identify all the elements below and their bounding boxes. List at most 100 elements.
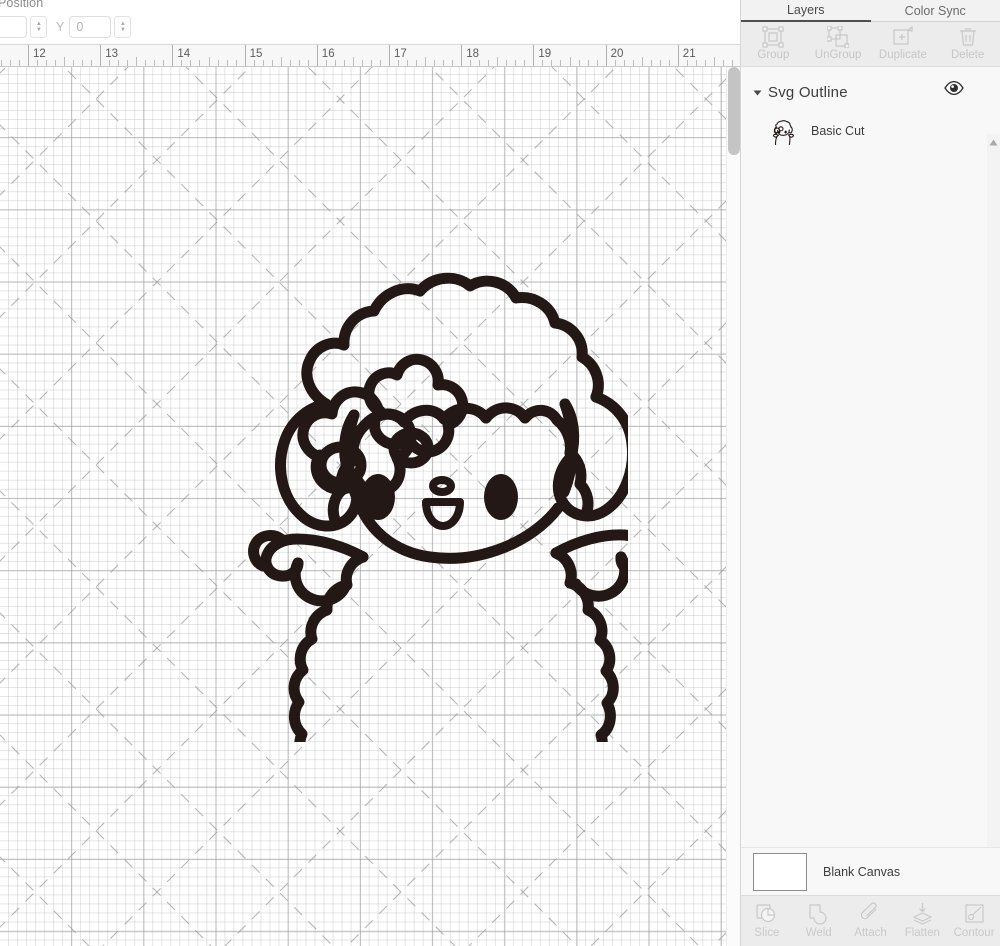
sheep-thumbnail [767, 117, 795, 145]
y-stepper[interactable]: ▲▼ [114, 16, 131, 38]
ruler-major-tick [245, 45, 246, 66]
ruler-minor-tick [651, 60, 652, 66]
slice-button[interactable]: Slice [741, 896, 793, 946]
panel-vertical-scrollbar[interactable] [987, 134, 1000, 847]
ruler-minor-tick [506, 60, 507, 66]
panel-tabs: Layers Color Sync [741, 0, 1000, 22]
app-root: Position X ▲▼ Y ▲▼ 12131415161718192021 [0, 0, 1000, 946]
ungroup-icon [827, 25, 849, 48]
ruler-minor-tick [579, 60, 580, 66]
ruler-minor-tick [344, 60, 345, 66]
ruler-minor-tick [91, 60, 92, 66]
attach-button[interactable]: Attach [845, 896, 897, 946]
canvas-scroll-thumb[interactable] [728, 67, 740, 155]
ruler-minor-tick [55, 60, 56, 66]
eye-icon[interactable] [944, 81, 964, 95]
x-input[interactable] [0, 16, 27, 38]
design-grid[interactable] [0, 67, 740, 946]
position-toolbar: Position X ▲▼ Y ▲▼ [0, 0, 740, 45]
ruler-major-tick [678, 45, 679, 66]
ruler-minor-tick [515, 60, 516, 66]
ruler-minor-tick [380, 60, 381, 66]
slice-icon [755, 901, 778, 925]
ruler-label: 16 [322, 48, 335, 60]
group-label: Group [757, 49, 789, 61]
ungroup-button[interactable]: UnGroup [806, 22, 871, 67]
ruler-minor-tick [272, 60, 273, 66]
contour-icon [963, 901, 986, 925]
trash-icon [957, 25, 979, 48]
paperclip-icon [859, 901, 882, 925]
ungroup-label: UnGroup [815, 49, 862, 61]
ruler-minor-tick [669, 60, 670, 66]
ruler-major-tick [28, 45, 29, 66]
ruler-minor-tick [227, 60, 228, 66]
y-position-field[interactable]: Y ▲▼ [56, 16, 131, 38]
ruler-minor-tick [705, 60, 706, 66]
blank-canvas-row[interactable]: Blank Canvas [741, 847, 1000, 895]
canvas-vertical-scrollbar[interactable] [726, 67, 740, 946]
ruler-major-tick [461, 45, 462, 66]
ruler-minor-tick [163, 60, 164, 66]
ruler-minor-tick [218, 60, 219, 66]
delete-button[interactable]: Delete [935, 22, 1000, 67]
ruler-minor-tick [615, 60, 616, 66]
duplicate-icon [892, 25, 914, 48]
ruler-minor-tick [551, 60, 552, 66]
flatten-button[interactable]: Flatten [896, 896, 948, 946]
ruler-minor-tick [588, 60, 589, 66]
ruler-minor-tick [524, 60, 525, 66]
weld-icon [807, 901, 830, 925]
position-label: Position [0, 0, 43, 10]
y-input[interactable] [69, 16, 111, 38]
group-button[interactable]: Group [741, 22, 806, 67]
ruler-minor-tick [542, 60, 543, 66]
ruler-major-tick [100, 45, 101, 66]
ruler-minor-tick [371, 60, 372, 66]
ruler-minor-tick [470, 60, 471, 66]
blank-canvas-thumbnail [753, 853, 807, 891]
ruler-minor-tick [37, 60, 38, 66]
ruler-label: 20 [611, 48, 624, 60]
attach-label: Attach [854, 927, 887, 939]
weld-button[interactable]: Weld [793, 896, 845, 946]
x-position-field[interactable]: X ▲▼ [0, 16, 47, 38]
ruler-minor-tick [633, 60, 634, 66]
ruler-minor-tick [335, 60, 336, 66]
x-stepper[interactable]: ▲▼ [30, 16, 47, 38]
ruler-minor-tick [353, 57, 354, 66]
horizontal-ruler[interactable]: 12131415161718192021 [0, 45, 740, 67]
weld-label: Weld [806, 927, 832, 939]
ruler-minor-tick [10, 60, 11, 66]
ruler-label: 15 [250, 48, 263, 60]
ruler-major-tick [317, 45, 318, 66]
scroll-up-arrow-icon[interactable] [987, 136, 1000, 149]
ruler-minor-tick [281, 57, 282, 66]
ruler-label: 13 [105, 48, 118, 60]
ruler-minor-tick [290, 60, 291, 66]
contour-button[interactable]: Contour [948, 896, 1000, 946]
group-icon [762, 25, 784, 48]
caret-down-icon[interactable] [749, 87, 765, 98]
duplicate-label: Duplicate [879, 49, 927, 61]
ruler-minor-tick [136, 57, 137, 66]
tab-color-sync-label: Color Sync [905, 4, 966, 18]
tab-layers-label: Layers [787, 3, 825, 17]
ruler-label: 14 [177, 48, 190, 60]
tab-layers[interactable]: Layers [741, 0, 871, 22]
ruler-minor-tick [434, 60, 435, 66]
ruler-minor-tick [118, 60, 119, 66]
layer-item-basic-cut[interactable]: Basic Cut [741, 114, 1000, 148]
sheep-artwork[interactable] [198, 212, 628, 742]
ruler-minor-tick [181, 60, 182, 66]
ruler-minor-tick [254, 60, 255, 66]
layers-side-panel: Layers Color Sync Gro [740, 0, 1000, 946]
layer-group-title: Svg Outline [768, 84, 848, 101]
tab-color-sync[interactable]: Color Sync [871, 0, 1000, 22]
ruler-minor-tick [154, 60, 155, 66]
ruler-minor-tick [82, 60, 83, 66]
ruler-major-tick [172, 45, 173, 66]
layer-operations-toolbar: Group UnGroup [741, 22, 1000, 67]
ruler-minor-tick [416, 60, 417, 66]
duplicate-button[interactable]: Duplicate [871, 22, 936, 67]
